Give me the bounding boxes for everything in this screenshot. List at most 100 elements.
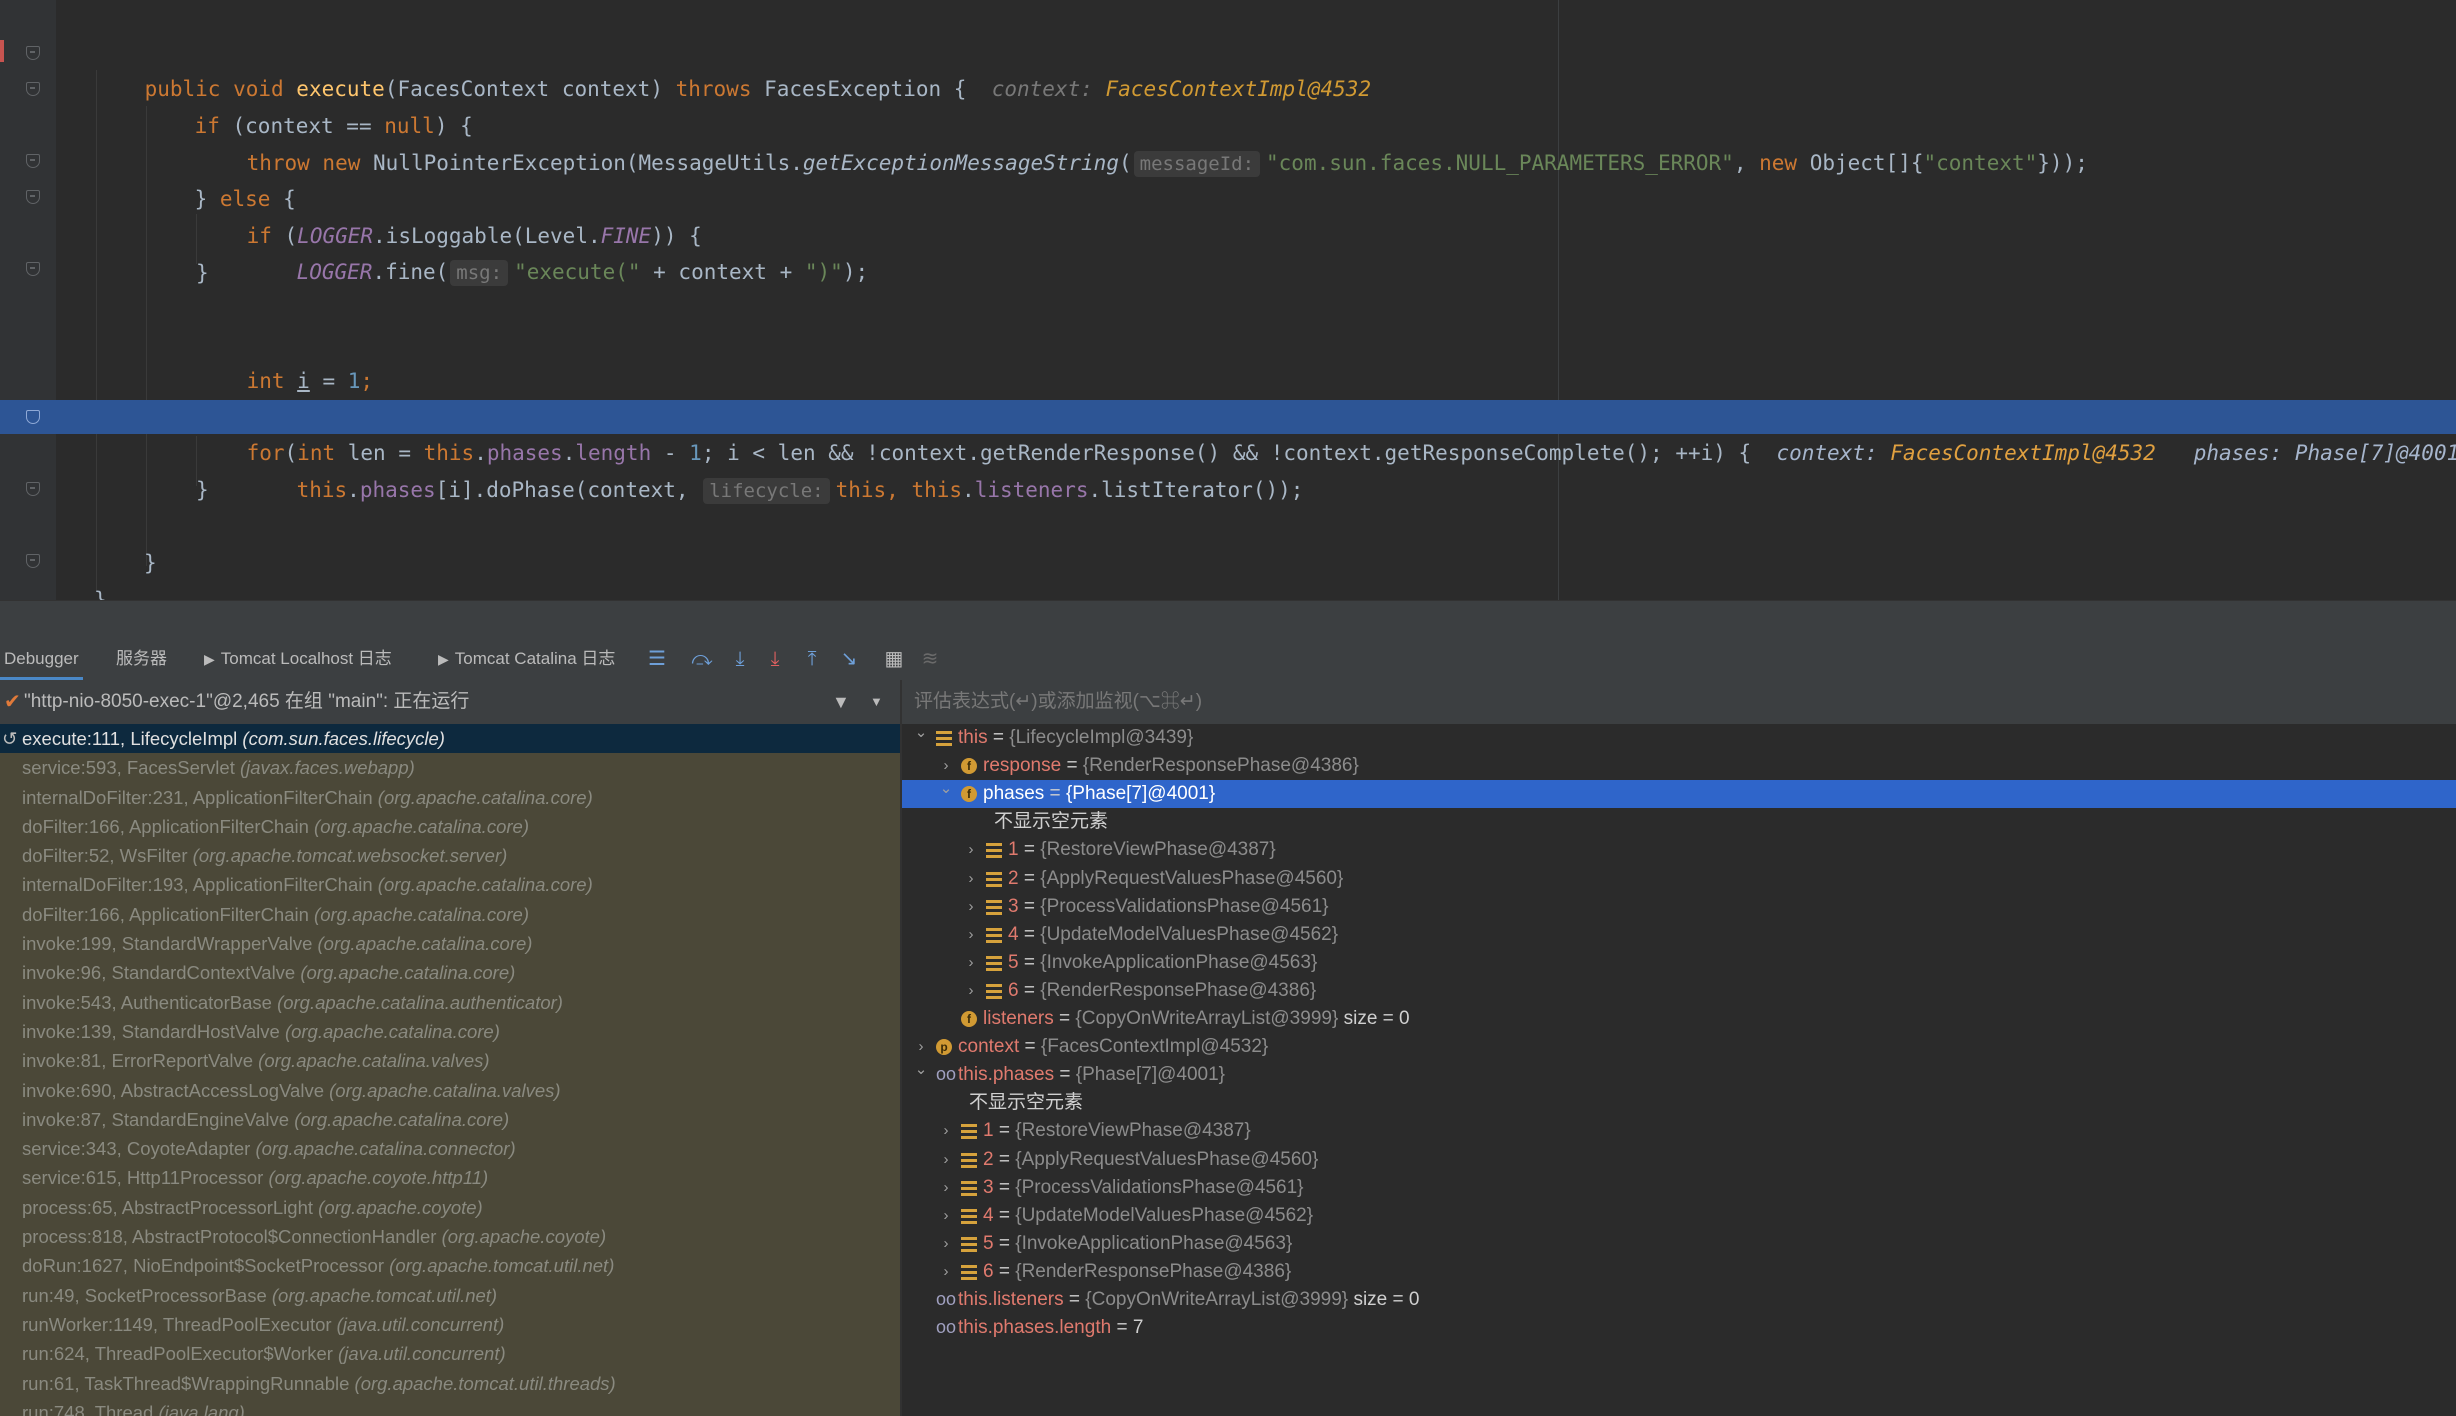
step-into-icon[interactable]: ⤓	[728, 647, 752, 671]
stack-frame[interactable]: invoke:690, AbstractAccessLogValve (org.…	[0, 1076, 900, 1105]
variable-row[interactable]: › 3 = {ProcessValidationsPhase@4561}	[902, 893, 2456, 921]
variable-note-row[interactable]: 不显示空元素	[902, 808, 2456, 836]
evaluate-expression-input[interactable]: 评估表达式(↵)或添加监视(⌥⌘↵)	[902, 680, 2456, 724]
variable-row[interactable]: ⌄ oo this.phases = {Phase[7]@4001}	[902, 1061, 2456, 1089]
stack-frame[interactable]: ↺ execute:111, LifecycleImpl (com.sun.fac…	[0, 724, 900, 754]
chevron-right-icon[interactable]: ›	[939, 1117, 953, 1145]
fold-marker-icon[interactable]	[26, 82, 40, 96]
code-line[interactable]: }	[94, 582, 107, 600]
chevron-right-icon[interactable]: ›	[964, 921, 978, 949]
stack-frame[interactable]: service:615, Http11Processor (org.apache…	[0, 1163, 900, 1192]
stack-frame[interactable]: doFilter:166, ApplicationFilterChain (or…	[0, 812, 900, 841]
chevron-down-icon[interactable]: ⌄	[914, 719, 928, 747]
tab-debugger[interactable]: Debugger	[0, 638, 83, 680]
variable-row[interactable]: › p context = {FacesContextImpl@4532}	[902, 1033, 2456, 1061]
variable-row[interactable]: › 5 = {InvokeApplicationPhase@4563}	[902, 949, 2456, 977]
stack-frame[interactable]: process:818, AbstractProtocol$Connection…	[0, 1222, 900, 1251]
step-out-icon[interactable]: ⤒	[800, 647, 824, 671]
fold-marker-icon[interactable]	[26, 46, 40, 60]
force-step-into-icon[interactable]: ⤓	[763, 647, 787, 671]
code-line[interactable]: }	[196, 255, 209, 291]
code-line[interactable]: }	[144, 545, 157, 581]
threads-icon[interactable]: ☰	[645, 647, 669, 671]
stack-frame[interactable]: run:748, Thread (java.lang)	[0, 1398, 900, 1416]
variable-row[interactable]: › 1 = {RestoreViewPhase@4387}	[902, 1117, 2456, 1145]
variable-row[interactable]: › 6 = {RenderResponsePhase@4386}	[902, 1258, 2456, 1286]
variable-row[interactable]: › f response = {RenderResponsePhase@4386}	[902, 752, 2456, 780]
stack-frame[interactable]: run:624, ThreadPoolExecutor$Worker (java…	[0, 1339, 900, 1368]
code-line[interactable]: for(int len = this.phases.length - 1; i …	[196, 399, 2456, 465]
variable-row[interactable]: › 4 = {UpdateModelValuesPhase@4562}	[902, 1202, 2456, 1230]
chevron-right-icon[interactable]: ›	[964, 949, 978, 977]
stack-frame[interactable]: doFilter:52, WsFilter (org.apache.tomcat…	[0, 841, 900, 870]
chevron-right-icon[interactable]: ›	[939, 1230, 953, 1258]
code-editor[interactable]: public void execute(FacesContext context…	[0, 0, 2456, 600]
tab-tomcat-catalina-log[interactable]: ▶ Tomcat Catalina 日志	[434, 638, 619, 680]
stack-frame[interactable]: doRun:1627, NioEndpoint$SocketProcessor …	[0, 1251, 900, 1280]
variable-row[interactable]: › 1 = {RestoreViewPhase@4387}	[902, 836, 2456, 864]
stack-frame[interactable]: invoke:199, StandardWrapperValve (org.ap…	[0, 929, 900, 958]
variable-row[interactable]: › 2 = {ApplyRequestValuesPhase@4560}	[902, 865, 2456, 893]
trace-icon[interactable]: ≋	[918, 647, 942, 671]
variable-row[interactable]: oo this.phases.length = 7	[902, 1314, 2456, 1342]
chevron-right-icon[interactable]: ›	[939, 1202, 953, 1230]
code-line[interactable]: this.phases[i].doPhase(context, lifecycl…	[246, 436, 1303, 504]
variable-row[interactable]: › 3 = {ProcessValidationsPhase@4561}	[902, 1174, 2456, 1202]
stack-frame[interactable]: internalDoFilter:231, ApplicationFilterC…	[0, 783, 900, 812]
fold-marker-icon[interactable]	[26, 262, 40, 276]
chevron-right-icon[interactable]: ›	[939, 1258, 953, 1286]
variable-row[interactable]: f listeners = {CopyOnWriteArrayList@3999}…	[902, 1005, 2456, 1033]
stack-frame[interactable]: service:593, FacesServlet (javax.faces.w…	[0, 753, 900, 782]
stack-frame[interactable]: invoke:139, StandardHostValve (org.apach…	[0, 1017, 900, 1046]
variable-note-row[interactable]: 不显示空元素	[902, 1089, 2456, 1117]
thread-selector[interactable]: ✔ "http-nio-8050-exec-1"@2,465 在组 "main"…	[0, 680, 900, 724]
chevron-right-icon[interactable]: ›	[939, 1146, 953, 1174]
chevron-right-icon[interactable]: ›	[964, 893, 978, 921]
code-line[interactable]: }	[196, 472, 209, 508]
code-line[interactable]: } else {	[144, 145, 296, 211]
chevron-right-icon[interactable]: ›	[964, 865, 978, 893]
panel-splitter[interactable]	[0, 600, 2456, 639]
evaluate-icon[interactable]: ▦	[882, 647, 906, 671]
fold-marker-icon[interactable]	[26, 554, 40, 568]
tab-tomcat-localhost-log[interactable]: ▶ Tomcat Localhost 日志	[200, 638, 396, 680]
variable-row[interactable]: › 2 = {ApplyRequestValuesPhase@4560}	[902, 1146, 2456, 1174]
editor-gutter[interactable]	[0, 0, 56, 600]
code-line[interactable]: throw new NullPointerException(MessageUt…	[196, 109, 2088, 177]
stack-frame[interactable]: process:65, AbstractProcessorLight (org.…	[0, 1193, 900, 1222]
variable-row[interactable]: › 6 = {RenderResponsePhase@4386}	[902, 977, 2456, 1005]
code-line[interactable]: LOGGER.fine(msg: "execute(" + context + "…	[246, 218, 868, 286]
chevron-down-icon[interactable]: ⌄	[914, 1056, 928, 1084]
stack-frame[interactable]: invoke:81, ErrorReportValve (org.apache.…	[0, 1046, 900, 1075]
stack-frame[interactable]: doFilter:166, ApplicationFilterChain (or…	[0, 900, 900, 929]
fold-marker-icon[interactable]	[26, 190, 40, 204]
fold-marker-icon[interactable]	[26, 154, 40, 168]
tab-server[interactable]: 服务器	[112, 638, 171, 680]
stack-frame[interactable]: invoke:96, StandardContextValve (org.apa…	[0, 958, 900, 987]
code-line[interactable]: int i = 1;	[196, 327, 373, 393]
stack-frame[interactable]: runWorker:1149, ThreadPoolExecutor (java…	[0, 1310, 900, 1339]
variable-row[interactable]: ⌄ f phases = {Phase[7]@4001}	[902, 780, 2456, 809]
variable-row[interactable]: oo this.listeners = {CopyOnWriteArrayList…	[902, 1286, 2456, 1314]
run-to-cursor-icon[interactable]: ↘	[837, 647, 861, 671]
chevron-right-icon[interactable]: ›	[939, 1174, 953, 1202]
stack-frame[interactable]: run:61, TaskThread$WrappingRunnable (org…	[0, 1369, 900, 1398]
stack-frame[interactable]: service:343, CoyoteAdapter (org.apache.c…	[0, 1134, 900, 1163]
filter-icon[interactable]: ▼	[832, 680, 850, 724]
fold-marker-icon[interactable]	[26, 482, 40, 496]
code-line[interactable]: if (context == null) {	[144, 72, 473, 138]
stack-frame[interactable]: internalDoFilter:193, ApplicationFilterC…	[0, 870, 900, 899]
variable-row[interactable]: › 5 = {InvokeApplicationPhase@4563}	[902, 1230, 2456, 1258]
code-line[interactable]: if (LOGGER.isLoggable(Level.FINE)) {	[196, 182, 702, 248]
chevron-down-icon[interactable]: ▼	[870, 680, 883, 724]
stack-frame[interactable]: run:49, SocketProcessorBase (org.apache.…	[0, 1281, 900, 1310]
chevron-right-icon[interactable]: ›	[964, 836, 978, 864]
chevron-down-icon[interactable]: ⌄	[939, 775, 953, 803]
stack-frame[interactable]: invoke:543, AuthenticatorBase (org.apach…	[0, 988, 900, 1017]
variable-row[interactable]: › 4 = {UpdateModelValuesPhase@4562}	[902, 921, 2456, 949]
stack-frame[interactable]: invoke:87, StandardEngineValve (org.apac…	[0, 1105, 900, 1134]
step-over-icon[interactable]: ⤼	[690, 647, 714, 671]
code-line[interactable]: public void execute(FacesContext context…	[94, 35, 1371, 101]
variable-row[interactable]: ⌄ this = {LifecycleImpl@3439}	[902, 724, 2456, 752]
chevron-right-icon[interactable]: ›	[964, 977, 978, 1005]
